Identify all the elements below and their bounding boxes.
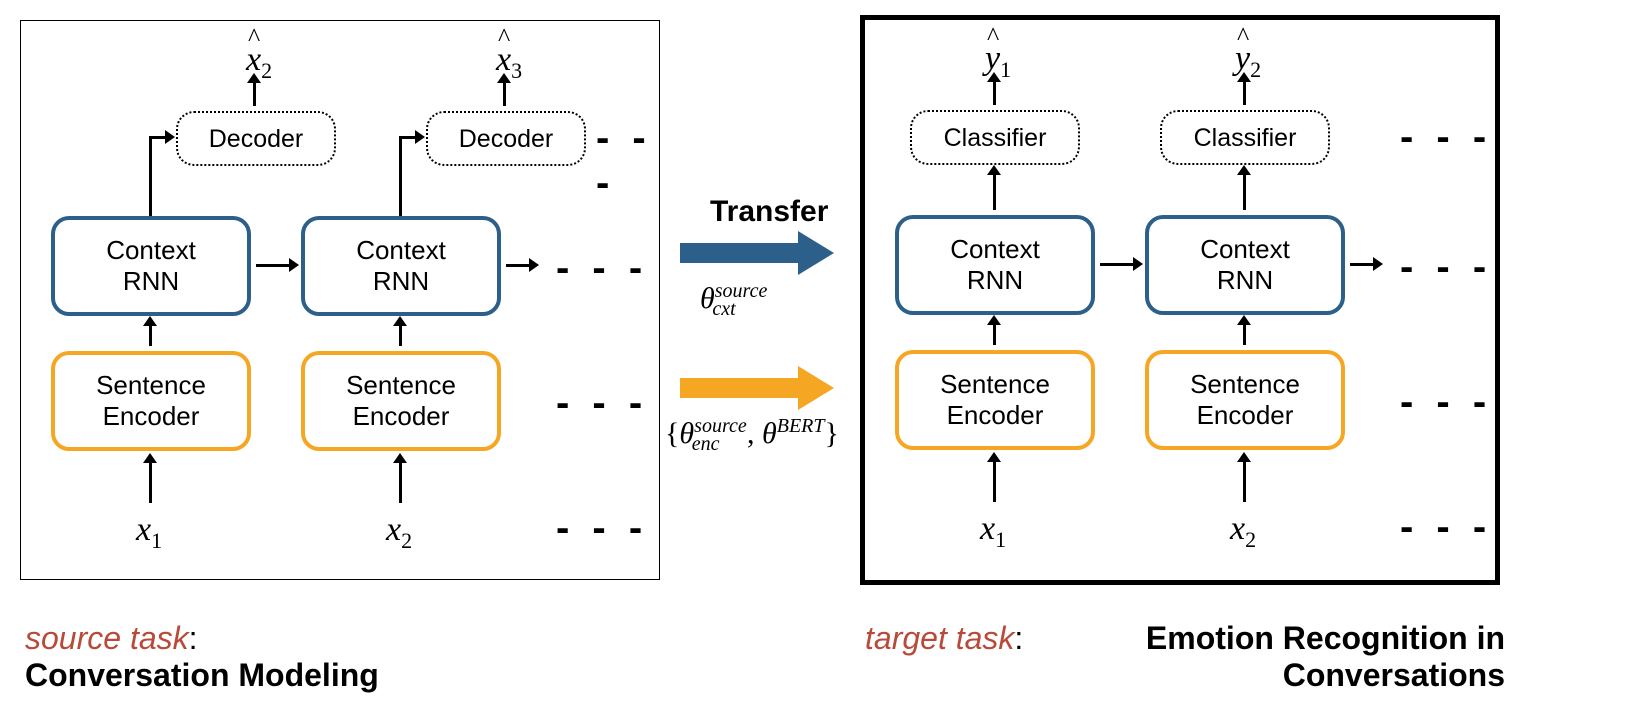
- input-x1-left: x1: [136, 511, 162, 554]
- input-x1-right: x1: [980, 510, 1006, 553]
- source-panel: Sentence Encoder Context RNN Decoder Sen…: [20, 20, 660, 580]
- arrow-dec1-out: [253, 81, 256, 106]
- elbow-ctx2-up: [399, 136, 402, 216]
- elbow-ctx1-up: [149, 136, 152, 216]
- sentence-encoder-2-right: Sentence Encoder: [1145, 350, 1345, 450]
- context-rnn-2-right: Context RNN: [1145, 215, 1345, 315]
- classifier-2-right: Classifier: [1160, 110, 1330, 165]
- dashes-enc-right: - - -: [1400, 380, 1492, 425]
- arrow-cls-out-2r: [1243, 80, 1246, 105]
- decoder-1-left: Decoder: [176, 111, 336, 166]
- classifier-1-right: Classifier: [910, 110, 1080, 165]
- sentence-encoder-2-left: Sentence Encoder: [301, 351, 501, 451]
- dashes-ctx-right: - - -: [1400, 245, 1492, 290]
- arrow-x1-to-enc: [149, 461, 152, 503]
- theta-cxt-label: θsourcecxt: [700, 280, 736, 321]
- context-rnn-1-right: Context RNN: [895, 215, 1095, 315]
- arrow-cls-out-1r: [993, 80, 996, 105]
- dashes-in-right: - - -: [1400, 505, 1492, 550]
- dashes-in-left: - - -: [556, 506, 648, 551]
- elbow-ctx1-right: [149, 136, 167, 139]
- arrow-x2-enc-r: [1243, 460, 1246, 502]
- arrow-dec2-out: [503, 81, 506, 106]
- transfer-title: Transfer: [710, 195, 828, 229]
- arrow-x1-enc-r: [993, 460, 996, 502]
- elbow-ctx2-right: [399, 136, 417, 139]
- dashes-dec-left: - - -: [596, 116, 659, 206]
- sentence-encoder-1-left: Sentence Encoder: [51, 351, 251, 451]
- arrow-enc1-to-ctx1: [149, 324, 152, 346]
- theta-enc-set-label: {θsourceenc , θBERT}: [665, 415, 839, 456]
- arrow-x2-to-enc: [399, 461, 402, 503]
- context-rnn-1-left: Context RNN: [51, 216, 251, 316]
- arrow-ctx-cls-1r: [993, 173, 996, 210]
- input-x2-right: x2: [1230, 510, 1256, 553]
- arrow-ctx2-dash-r: [1350, 263, 1375, 266]
- arrow-enc-ctx-2r: [1243, 323, 1246, 345]
- arrow-ctx2-dash: [506, 264, 531, 267]
- arrow-enc-ctx-1r: [993, 323, 996, 345]
- arrow-ctx1-ctx2: [256, 264, 291, 267]
- target-task-caption: target task: Emotion Recognition in Conv…: [865, 620, 1505, 694]
- transfer-arrow-encoder: [680, 370, 840, 406]
- input-x2-left: x2: [386, 511, 412, 554]
- transfer-arrow-context: [680, 235, 840, 271]
- arrow-ctx1-ctx2-r: [1100, 263, 1135, 266]
- arrow-enc2-to-ctx2: [399, 324, 402, 346]
- source-task-caption: source task: Conversation Modeling: [25, 620, 379, 694]
- dashes-enc-left: - - -: [556, 381, 648, 426]
- target-panel: Sentence Encoder Context RNN Classifier …: [860, 15, 1500, 585]
- sentence-encoder-1-right: Sentence Encoder: [895, 350, 1095, 450]
- dashes-cls-right: - - -: [1400, 115, 1492, 160]
- decoder-2-left: Decoder: [426, 111, 586, 166]
- arrow-ctx-cls-2r: [1243, 173, 1246, 210]
- context-rnn-2-left: Context RNN: [301, 216, 501, 316]
- dashes-ctx-left: - - -: [556, 246, 648, 291]
